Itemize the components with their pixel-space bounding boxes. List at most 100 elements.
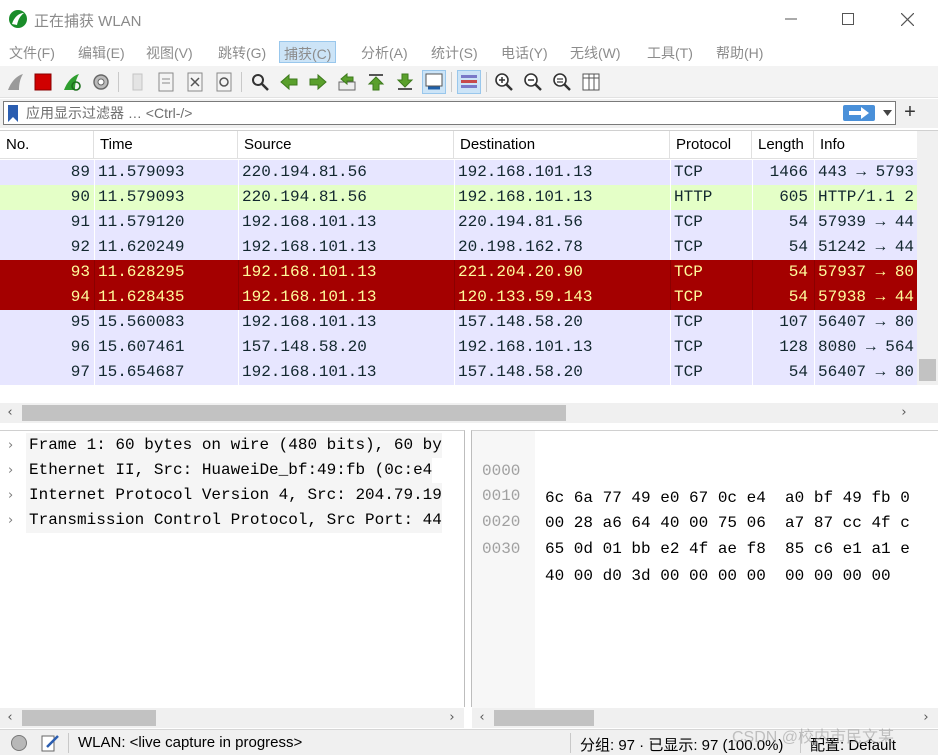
cell-protocol: TCP [674,363,703,381]
zoom-in-button[interactable] [492,70,516,94]
packet-row[interactable]: 90 11.579093 220.194.81.56 192.168.101.13 HT… [0,185,917,210]
apply-filter-button[interactable] [843,105,875,121]
cell-source: 220.194.81.56 [242,163,367,181]
hex-row[interactable]: 0020 65 0d 01 bb e2 4f ae f8 85 c6 e1 a1… [472,482,938,558]
capture-options-button[interactable] [89,70,113,94]
packet-row[interactable]: 94 11.628435 192.168.101.13 120.133.59.143 T… [0,285,917,310]
hex-row[interactable]: 0030 40 00 d0 3d 00 00 00 00 00 00 00 00 [472,509,938,585]
close-file-button[interactable] [183,70,207,94]
maximize-button[interactable] [825,6,871,32]
column-protocol[interactable]: Protocol [670,131,752,159]
go-back-button[interactable] [277,70,301,94]
hscroll-thumb[interactable] [22,405,566,421]
add-filter-button[interactable]: + [900,101,920,123]
zoom-out-button[interactable] [521,70,545,94]
capture-comment-icon[interactable] [40,733,60,753]
menu-capture[interactable]: 捕获(C) [279,41,337,63]
go-last-button[interactable] [393,70,417,94]
cell-source: 220.194.81.56 [242,188,367,206]
cell-length: 107 [779,313,808,331]
tree-item-label: Internet Protocol Version 4, Src: 204.79… [26,483,442,508]
packet-row[interactable]: 91 11.579120 192.168.101.13 220.194.81.56 TC… [0,210,917,235]
cell-protocol: TCP [674,213,703,231]
vscroll-thumb[interactable] [919,359,936,381]
menu-edit[interactable]: 编辑(E) [74,41,129,63]
hex-row[interactable]: 0000 6c 6a 77 49 e0 67 0c e4 a0 bf 49 fb… [472,431,938,507]
zoom-reset-button[interactable] [550,70,574,94]
bookmark-icon[interactable] [6,105,20,122]
menu-file[interactable]: 文件(F) [5,41,59,63]
column-source[interactable]: Source [238,131,454,159]
display-filter-input[interactable] [26,103,826,123]
stop-icon [34,73,52,91]
chevron-right-icon[interactable]: › [8,458,20,483]
menu-analyze[interactable]: 分析(A) [357,41,412,63]
open-file-button[interactable] [125,70,149,94]
minimize-button[interactable] [768,6,814,32]
cell-destination: 20.198.162.78 [458,238,583,256]
colorize-button[interactable] [457,70,481,94]
hex-row[interactable]: 0010 00 28 a6 64 40 00 75 06 a7 87 cc 4f… [472,456,938,532]
column-divider [238,285,239,310]
packet-row[interactable]: 95 15.560083 192.168.101.13 157.148.58.20 TC… [0,310,917,335]
cell-destination: 192.168.101.13 [458,338,593,356]
scroll-right-icon[interactable]: › [442,708,462,728]
tree-item-tcp[interactable]: › Transmission Control Protocol, Src Por… [0,508,465,533]
column-destination[interactable]: Destination [454,131,670,159]
tree-item-frame[interactable]: › Frame 1: 60 bytes on wire (480 bits), … [0,433,465,458]
scroll-right-icon[interactable]: › [894,403,914,423]
chevron-right-icon[interactable]: › [8,433,20,458]
tree-item-ethernet[interactable]: › Ethernet II, Src: HuaweiDe_bf:49:fb (0… [0,458,465,483]
chevron-right-icon[interactable]: › [8,483,20,508]
close-button[interactable] [884,6,930,32]
expert-info-icon[interactable] [10,734,28,752]
packet-row[interactable]: 96 15.607461 157.148.58.20 192.168.101.13 TC… [0,335,917,360]
column-info[interactable]: Info [814,131,917,159]
save-file-button[interactable] [154,70,178,94]
reload-file-button[interactable] [212,70,236,94]
go-first-button[interactable] [364,70,388,94]
details-hscrollbar[interactable]: ‹ › [0,708,464,728]
hscroll-thumb[interactable] [494,710,594,726]
menu-tools[interactable]: 工具(T) [643,41,697,63]
menu-statistics[interactable]: 统计(S) [427,41,482,63]
column-no[interactable]: No. [0,131,94,159]
scroll-left-icon[interactable]: ‹ [0,708,20,728]
scroll-right-icon[interactable]: › [916,708,936,728]
packet-row[interactable]: 93 11.628295 192.168.101.13 221.204.20.90 TC… [0,260,917,285]
tree-item-ipv4[interactable]: › Internet Protocol Version 4, Src: 204.… [0,483,465,508]
menu-go[interactable]: 跳转(G) [214,41,270,63]
restart-capture-button[interactable] [60,70,84,94]
packet-list-vscrollbar[interactable] [917,131,938,385]
go-forward-button[interactable] [306,70,330,94]
chevron-right-icon[interactable]: › [8,508,20,533]
stop-capture-button[interactable] [31,70,55,94]
cell-length: 54 [788,238,808,256]
menu-telephony[interactable]: 电话(Y) [497,41,552,63]
scroll-left-icon[interactable]: ‹ [472,708,492,728]
column-length[interactable]: Length [752,131,814,159]
column-divider [454,210,455,235]
auto-scroll-button[interactable] [422,70,446,94]
packet-row[interactable]: 92 11.620249 192.168.101.13 20.198.162.78 TC… [0,235,917,260]
menu-view[interactable]: 视图(V) [142,41,197,63]
resize-columns-button[interactable] [579,70,603,94]
cell-destination: 221.204.20.90 [458,263,583,281]
scroll-left-icon[interactable]: ‹ [0,403,20,423]
menu-wireless[interactable]: 无线(W) [566,41,625,63]
find-packet-button[interactable] [248,70,272,94]
menu-help[interactable]: 帮助(H) [712,41,767,63]
packet-list-hscrollbar[interactable]: ‹ › [0,403,938,423]
go-to-packet-button[interactable] [335,70,359,94]
column-time[interactable]: Time [94,131,238,159]
cell-info: HTTP/1.1 2 [818,188,915,206]
watermark-text: CSDN @校内市民文某 [732,729,895,746]
start-capture-button[interactable] [4,70,28,94]
packet-row[interactable]: 97 15.654687 192.168.101.13 157.148.58.20 TC… [0,360,917,385]
filter-history-dropdown[interactable] [879,104,895,122]
cell-time: 11.579120 [98,213,185,231]
packet-row[interactable]: 89 11.579093 220.194.81.56 192.168.101.13 TC… [0,160,917,185]
hscroll-thumb[interactable] [22,710,156,726]
cell-destination: 157.148.58.20 [458,313,583,331]
tree-item-label: Transmission Control Protocol, Src Port:… [26,508,442,533]
